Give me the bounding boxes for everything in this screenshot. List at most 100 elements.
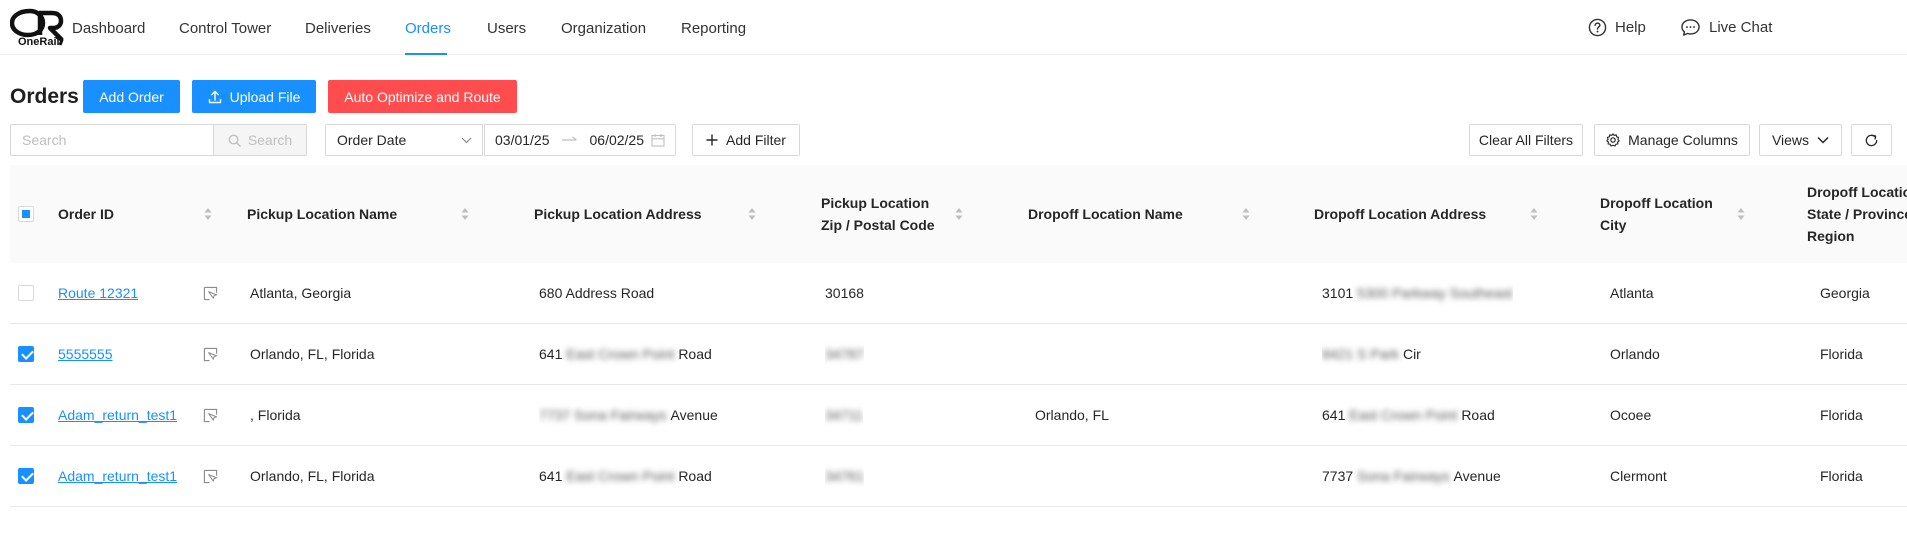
refresh-button[interactable] (1851, 124, 1892, 156)
row-checkbox[interactable] (18, 285, 34, 301)
upload-file-button[interactable]: Upload File (192, 80, 316, 113)
sort-icon[interactable] (955, 207, 963, 221)
column-header-dropoff-location-state[interactable]: Dropoff LocationState / Province /Region (1807, 165, 1907, 263)
row-checkbox[interactable] (18, 468, 34, 484)
add-filter-label: Add Filter (726, 132, 786, 148)
manage-columns-button[interactable]: Manage Columns (1594, 124, 1750, 156)
dropoff-state: Florida (1820, 468, 1863, 484)
open-detail-icon[interactable] (203, 286, 218, 301)
views-label: Views (1771, 132, 1810, 148)
dropoff-state-cell: Florida (1820, 385, 1863, 445)
pickup-address-suffix: Avenue (670, 407, 718, 423)
table-row[interactable]: Adam_return_test1 Orlando, FL, Florida 641… (10, 446, 1907, 507)
dropoff-state: Florida (1820, 346, 1863, 362)
order-id-link[interactable]: Adam_return_test1 (58, 407, 177, 423)
open-detail-icon[interactable] (203, 347, 218, 362)
date-range-picker[interactable]: 03/01/25 06/02/25 (484, 124, 676, 156)
pickup-name: , Florida (250, 407, 301, 423)
swap-right-icon (561, 136, 577, 141)
dropoff-city-cell: Ocoee (1610, 385, 1651, 445)
sort-icon[interactable] (204, 207, 212, 221)
pickup-address-cell: 641 East Crown Point Road (539, 446, 712, 506)
views-dropdown[interactable]: Views (1759, 124, 1842, 156)
sort-icon[interactable] (461, 207, 469, 221)
live-chat-icon (1681, 19, 1700, 36)
column-header-dropoff-location-city[interactable]: Dropoff Location City (1600, 165, 1713, 263)
sort-icon[interactable] (1737, 207, 1745, 221)
nav-control-tower[interactable]: Control Tower (179, 20, 271, 37)
pickup-zip: 30168 (825, 285, 864, 301)
dropoff-city-cell: Atlanta (1610, 263, 1654, 323)
column-header-dropoff-location-name[interactable]: Dropoff Location Name (1028, 165, 1183, 263)
date-field-select[interactable]: Order Date (325, 124, 483, 156)
pickup-address-redacted: East Crown Point (566, 346, 675, 362)
dropoff-address-suffix: Avenue (1453, 468, 1501, 484)
date-start[interactable]: 03/01/25 (495, 132, 550, 148)
nav-orders[interactable]: Orders (405, 20, 451, 37)
add-filter-button[interactable]: Add Filter (692, 124, 800, 156)
search-button-label: Search (247, 132, 293, 148)
column-header-pickup-zip[interactable]: Pickup Location Zip / Postal Code (821, 165, 935, 263)
dropoff-city: Clermont (1610, 468, 1667, 484)
upload-icon (208, 90, 221, 103)
pickup-name-cell: Orlando, FL, Florida (250, 324, 375, 384)
dropoff-state-cell: Florida (1820, 324, 1863, 384)
dropoff-city-cell: Clermont (1610, 446, 1667, 506)
page-title: Orders (10, 85, 79, 108)
open-detail-icon[interactable] (203, 408, 218, 423)
chevron-down-icon (461, 137, 472, 143)
order-id-link[interactable]: Route 12321 (58, 285, 138, 301)
order-id-link[interactable]: 5555555 (58, 346, 113, 362)
add-order-button[interactable]: Add Order (83, 80, 180, 113)
search-button[interactable]: Search (213, 124, 307, 156)
open-detail-icon[interactable] (203, 469, 218, 484)
dropoff-address-cell: 641 East Crown Point Road (1322, 385, 1495, 445)
order-id-cell: Adam_return_test1 (58, 385, 177, 445)
dropoff-address-number: 3101 (1322, 285, 1354, 301)
live-chat-link[interactable]: Live Chat (1680, 18, 1772, 37)
help-label: Help (1615, 19, 1646, 36)
order-id-cell: 5555555 (58, 324, 113, 384)
dropoff-address-suffix: Cir (1402, 346, 1421, 362)
dropoff-name-cell: Orlando, FL (1035, 385, 1109, 445)
select-all-checkbox[interactable] (18, 206, 34, 222)
sort-icon[interactable] (1242, 207, 1250, 221)
calendar-icon[interactable] (651, 133, 665, 147)
search-input[interactable] (10, 124, 213, 156)
dropoff-city: Atlanta (1610, 285, 1654, 301)
table-row[interactable]: Adam_return_test1 , Florida 7737 Sona Fair… (10, 385, 1907, 446)
help-link[interactable]: Help (1588, 18, 1646, 37)
column-header-pickup-location-name[interactable]: Pickup Location Name (247, 165, 397, 263)
nav-reporting[interactable]: Reporting (681, 20, 746, 37)
nav-organization[interactable]: Organization (561, 20, 646, 37)
sort-icon[interactable] (1530, 207, 1538, 221)
row-checkbox[interactable] (18, 346, 34, 362)
pickup-zip-cell: 34787 (825, 324, 864, 384)
pickup-address-cell: 7737 Sona Fairways Avenue (539, 385, 718, 445)
pickup-zip-cell: 34761 (825, 446, 864, 506)
column-header-pickup-location-address[interactable]: Pickup Location Address (534, 165, 702, 263)
table-row[interactable]: 5555555 Orlando, FL, Florida 641 East Crow… (10, 324, 1907, 385)
pickup-address: 680 Address Road (539, 285, 655, 301)
auto-optimize-route-button[interactable]: Auto Optimize and Route (328, 80, 517, 113)
table-row[interactable]: Route 12321 Atlanta, Georgia 680 Address R… (10, 263, 1907, 324)
pickup-name-cell: , Florida (250, 385, 301, 445)
column-header-order-id[interactable]: Order ID (58, 165, 114, 263)
row-checkbox[interactable] (18, 407, 34, 423)
nav-deliveries[interactable]: Deliveries (305, 20, 371, 37)
order-id-cell: Route 12321 (58, 263, 138, 323)
date-field-value: Order Date (337, 132, 407, 148)
order-id-cell: Adam_return_test1 (58, 446, 177, 506)
pickup-zip-cell: 34711 (825, 385, 863, 445)
pickup-name-cell: Orlando, FL, Florida (250, 446, 375, 506)
clear-all-filters-button[interactable]: Clear All Filters (1469, 124, 1583, 156)
dropoff-name: Orlando, FL (1035, 407, 1109, 423)
manage-columns-label: Manage Columns (1628, 132, 1738, 148)
sort-icon[interactable] (748, 207, 756, 221)
column-header-dropoff-location-address[interactable]: Dropoff Location Address (1314, 165, 1486, 263)
nav-dashboard[interactable]: Dashboard (72, 20, 145, 37)
date-end[interactable]: 06/02/25 (590, 132, 645, 148)
nav-users[interactable]: Users (487, 20, 526, 37)
plus-icon (706, 134, 718, 146)
order-id-link[interactable]: Adam_return_test1 (58, 468, 177, 484)
